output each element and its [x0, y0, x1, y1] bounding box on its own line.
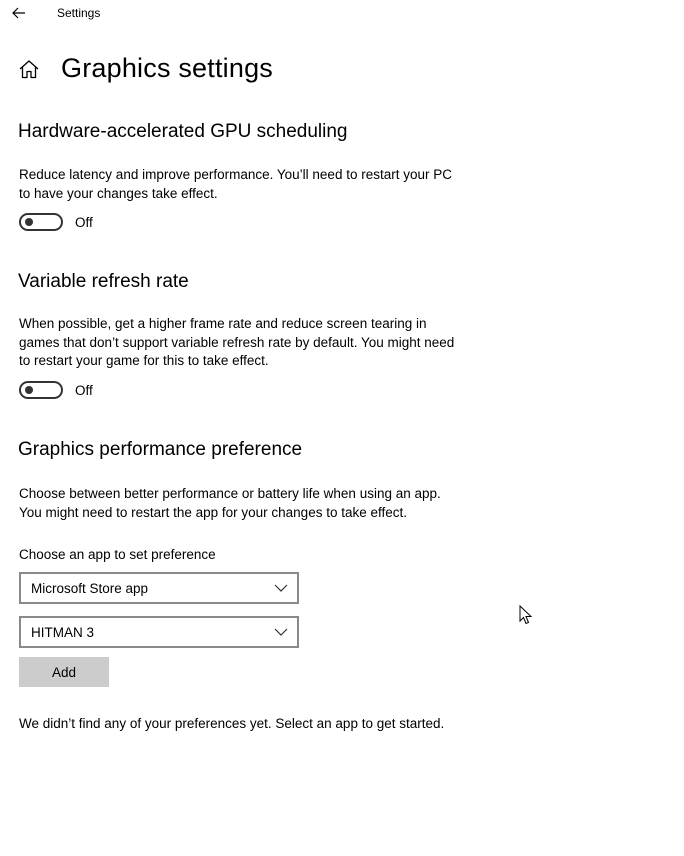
- home-icon[interactable]: [18, 58, 40, 80]
- gpu-scheduling-toggle[interactable]: [19, 213, 63, 231]
- gpu-scheduling-heading: Hardware-accelerated GPU scheduling: [18, 121, 348, 142]
- gpu-scheduling-toggle-state: Off: [75, 215, 93, 230]
- chevron-down-icon: [274, 584, 288, 592]
- empty-preferences-message: We didn’t find any of your preferences y…: [19, 716, 445, 731]
- gpu-scheduling-description: Reduce latency and improve performance. …: [19, 167, 452, 201]
- toggle-knob: [25, 386, 33, 394]
- title-bar: Settings: [0, 0, 684, 28]
- vrr-toggle-state: Off: [75, 383, 93, 398]
- toggle-knob: [25, 218, 33, 226]
- mouse-pointer-icon: [519, 605, 533, 625]
- back-button[interactable]: [8, 3, 30, 23]
- app-selected: HITMAN 3: [31, 625, 95, 640]
- settings-window: Settings Graphics settings Hardware-acce…: [0, 0, 684, 856]
- window-title: Settings: [57, 6, 101, 20]
- back-arrow-icon: [12, 7, 25, 19]
- app-type-dropdown[interactable]: Microsoft Store app: [19, 572, 299, 604]
- performance-description: Choose between better performance or bat…: [19, 486, 441, 520]
- vrr-heading: Variable refresh rate: [18, 271, 189, 292]
- app-select-dropdown[interactable]: HITMAN 3: [19, 616, 299, 648]
- add-button[interactable]: Add: [19, 657, 109, 687]
- vrr-toggle[interactable]: [19, 381, 63, 399]
- app-type-selected: Microsoft Store app: [31, 581, 149, 596]
- chevron-down-icon: [274, 628, 288, 636]
- performance-heading: Graphics performance preference: [18, 439, 303, 460]
- vrr-description: When possible, get a higher frame rate a…: [19, 316, 455, 368]
- choose-app-label: Choose an app to set preference: [19, 547, 216, 562]
- page-title: Graphics settings: [61, 53, 273, 83]
